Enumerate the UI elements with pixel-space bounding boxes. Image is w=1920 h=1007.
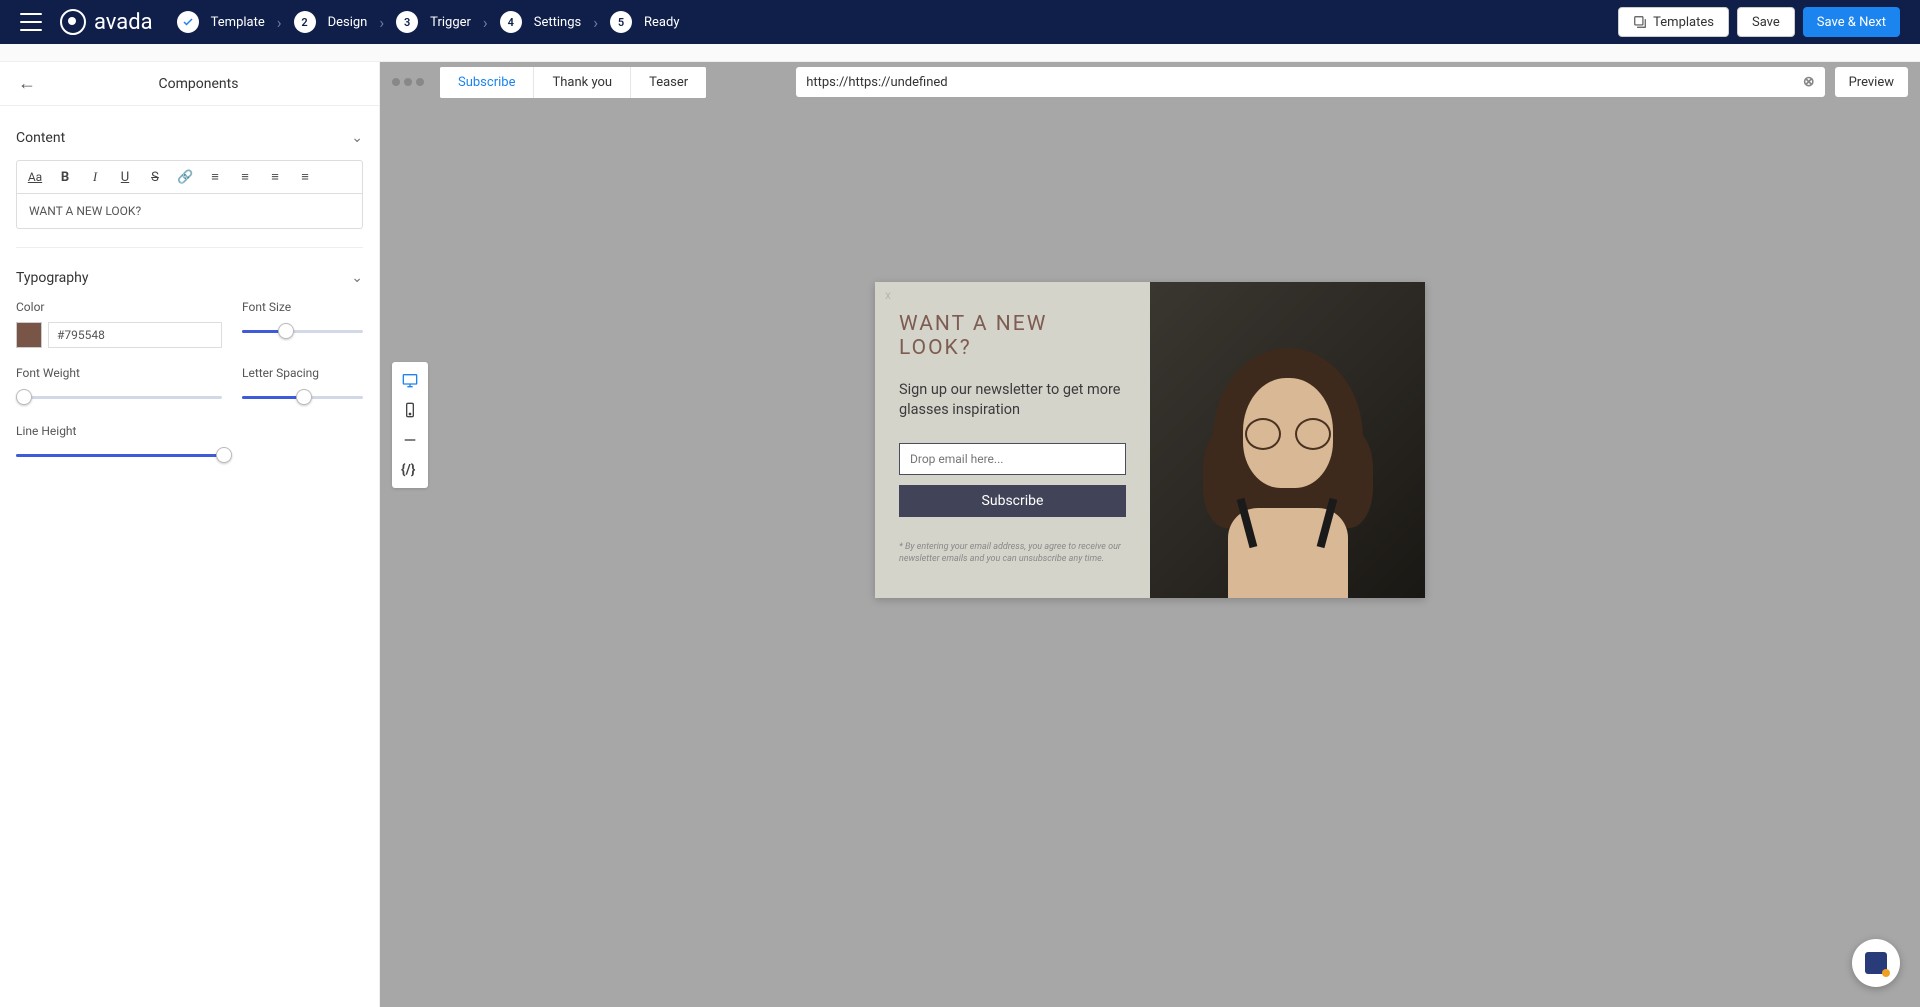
align-left-icon[interactable]: ≡: [207, 169, 223, 185]
popup-close-icon[interactable]: x: [885, 288, 891, 302]
templates-icon: [1633, 15, 1647, 29]
chevron-right-icon: ›: [277, 13, 282, 32]
code-icon[interactable]: {/}: [401, 462, 419, 478]
logo-icon: [60, 9, 86, 35]
step-badge: 5: [610, 11, 632, 33]
step-trigger[interactable]: 3 Trigger: [396, 11, 471, 33]
minimize-icon[interactable]: [401, 432, 419, 448]
step-label: Ready: [644, 15, 679, 30]
typography-controls: Color Font Size Font Weight: [16, 300, 363, 464]
font-size-slider[interactable]: [242, 322, 363, 340]
preview-button[interactable]: Preview: [1835, 67, 1908, 97]
device-switcher: {/}: [392, 362, 428, 488]
chevron-right-icon: ›: [483, 13, 488, 32]
step-template[interactable]: Template: [177, 11, 265, 33]
step-badge: 3: [396, 11, 418, 33]
font-size-label: Font Size: [242, 300, 363, 314]
letter-spacing-label: Letter Spacing: [242, 366, 363, 380]
text-format-toolbar: Aa B I U S 🔗 ≡ ≡ ≡ ≡: [16, 160, 363, 194]
mobile-icon[interactable]: [401, 402, 419, 418]
tab-subscribe[interactable]: Subscribe: [440, 67, 534, 98]
chevron-down-icon: ⌄: [351, 270, 363, 286]
content-section-header[interactable]: Content ⌄: [16, 122, 363, 160]
step-badge: 2: [294, 11, 316, 33]
tab-thank-you[interactable]: Thank you: [534, 67, 631, 98]
align-center-icon[interactable]: ≡: [237, 169, 253, 185]
chevron-right-icon: ›: [379, 13, 384, 32]
tab-teaser[interactable]: Teaser: [631, 67, 706, 98]
sidebar-title: Components: [36, 76, 361, 92]
sub-bar: [0, 44, 1920, 62]
font-case-icon[interactable]: Aa: [27, 170, 43, 184]
view-tabs: Subscribe Thank you Teaser: [440, 67, 706, 98]
color-hex-input[interactable]: [48, 322, 222, 348]
brand-logo[interactable]: avada: [60, 9, 153, 35]
step-label: Template: [211, 15, 265, 30]
line-height-slider[interactable]: [16, 446, 224, 464]
step-badge: 4: [500, 11, 522, 33]
line-height-label: Line Height: [16, 424, 363, 438]
underline-icon[interactable]: U: [117, 170, 133, 185]
save-next-button[interactable]: Save & Next: [1803, 7, 1900, 37]
italic-icon[interactable]: I: [87, 169, 103, 185]
clear-url-icon[interactable]: ⊗: [1803, 74, 1815, 90]
popup-footer-text[interactable]: * By entering your email address, you ag…: [899, 541, 1126, 566]
popup-subtitle[interactable]: Sign up our newsletter to get more glass…: [899, 380, 1126, 421]
font-weight-control: Font Weight: [16, 366, 222, 406]
topbar-actions: Templates Save Save & Next: [1618, 7, 1900, 37]
menu-icon[interactable]: [20, 13, 42, 31]
help-button[interactable]: [1852, 939, 1900, 987]
popup-email-input[interactable]: [899, 443, 1126, 475]
letter-spacing-slider[interactable]: [242, 388, 363, 406]
strikethrough-icon[interactable]: S: [147, 170, 163, 185]
chevron-down-icon: ⌄: [351, 130, 363, 146]
url-field: ⊗: [796, 67, 1824, 97]
sidebar-header: ← Components: [0, 62, 379, 106]
book-icon: [1865, 952, 1887, 974]
letter-spacing-control: Letter Spacing: [242, 366, 363, 406]
font-weight-slider[interactable]: [16, 388, 222, 406]
back-arrow-icon[interactable]: ←: [18, 73, 36, 94]
step-label: Trigger: [430, 15, 471, 30]
save-button[interactable]: Save: [1737, 7, 1795, 37]
canvas-toolbar: Subscribe Thank you Teaser ⊗ Preview: [380, 62, 1920, 102]
color-control: Color: [16, 300, 222, 348]
bold-icon[interactable]: B: [57, 170, 73, 185]
sidebar-body: Content ⌄ Aa B I U S 🔗 ≡ ≡ ≡ ≡: [0, 106, 379, 512]
content-text-input[interactable]: [16, 194, 363, 229]
step-label: Design: [328, 15, 368, 30]
font-size-control: Font Size: [242, 300, 363, 348]
color-swatch[interactable]: [16, 322, 42, 348]
content-section: Content ⌄ Aa B I U S 🔗 ≡ ≡ ≡ ≡: [16, 122, 363, 248]
step-settings[interactable]: 4 Settings: [500, 11, 581, 33]
components-sidebar: ← Components Content ⌄ Aa B I U S 🔗 ≡ ≡: [0, 62, 380, 1007]
desktop-icon[interactable]: [401, 372, 419, 388]
step-badge-done: [177, 11, 199, 33]
wizard-steps: Template › 2 Design › 3 Trigger › 4 Sett…: [177, 11, 680, 33]
step-ready[interactable]: 5 Ready: [610, 11, 679, 33]
popup-preview[interactable]: x WANT A NEW LOOK? Sign up our newslette…: [875, 282, 1425, 598]
font-weight-label: Font Weight: [16, 366, 222, 380]
align-right-icon[interactable]: ≡: [267, 169, 283, 185]
top-navigation-bar: avada Template › 2 Design › 3 Trigger › …: [0, 0, 1920, 44]
url-input[interactable]: [806, 75, 1803, 90]
templates-button[interactable]: Templates: [1618, 7, 1729, 37]
brand-name: avada: [94, 10, 153, 35]
popup-content: x WANT A NEW LOOK? Sign up our newslette…: [875, 282, 1150, 598]
typography-section-header[interactable]: Typography ⌄: [16, 262, 363, 300]
popup-image[interactable]: [1150, 282, 1425, 598]
step-label: Settings: [534, 15, 581, 30]
align-justify-icon[interactable]: ≡: [297, 169, 313, 185]
popup-subscribe-button[interactable]: Subscribe: [899, 485, 1126, 517]
popup-title[interactable]: WANT A NEW LOOK?: [899, 312, 1126, 360]
step-design[interactable]: 2 Design: [294, 11, 368, 33]
main-layout: ← Components Content ⌄ Aa B I U S 🔗 ≡ ≡: [0, 62, 1920, 1007]
line-height-control: Line Height: [16, 424, 363, 464]
chevron-right-icon: ›: [593, 13, 598, 32]
color-label: Color: [16, 300, 222, 314]
typography-section: Typography ⌄ Color Font Size: [16, 262, 363, 482]
link-icon[interactable]: 🔗: [177, 170, 193, 185]
window-dots-icon: [392, 78, 424, 86]
preview-canvas: Subscribe Thank you Teaser ⊗ Preview {/}…: [380, 62, 1920, 1007]
